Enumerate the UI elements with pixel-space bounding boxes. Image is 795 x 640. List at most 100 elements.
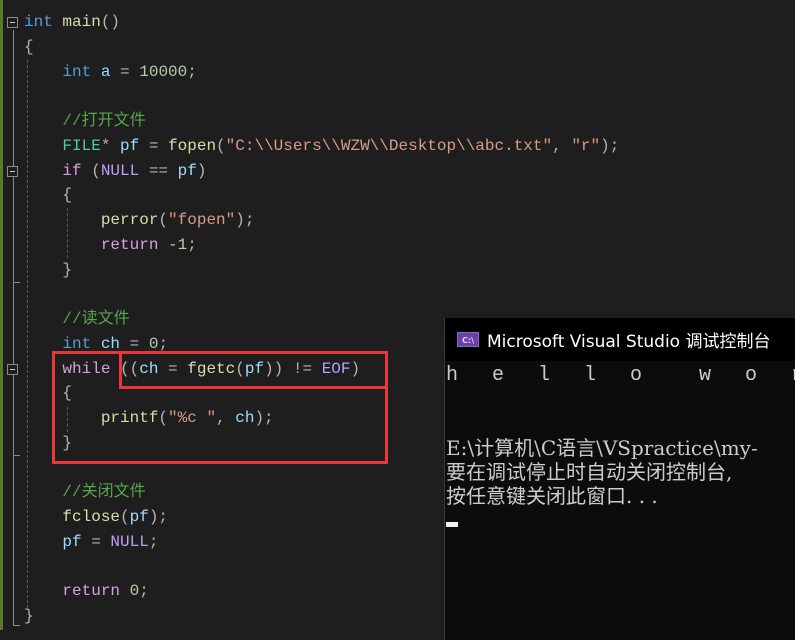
code-line[interactable]: {: [24, 35, 34, 60]
highlight-box-condition: [119, 351, 388, 389]
console-title: Microsoft Visual Studio 调试控制台: [487, 332, 771, 352]
code-line[interactable]: }: [24, 258, 72, 283]
code-token: ==: [139, 161, 178, 180]
code-token: ;: [148, 532, 159, 551]
console-line: 要在调试停止时自动关闭控制台,: [446, 460, 733, 484]
code-line[interactable]: }: [24, 604, 34, 629]
code-token: main: [62, 13, 101, 31]
code-token: 10000: [139, 62, 188, 81]
code-token: pf: [62, 532, 82, 551]
code-line[interactable]: return 0;: [24, 579, 149, 604]
code-token: "fopen": [168, 211, 236, 229]
code-token: FILE: [62, 136, 101, 155]
code-line[interactable]: perror("fopen");: [24, 208, 255, 233]
fold-end-while: [13, 455, 20, 456]
code-token: -1: [168, 235, 188, 254]
collapse-if-icon[interactable]: [7, 166, 18, 177]
code-token: perror: [100, 211, 159, 229]
code-line[interactable]: fclose(pf);: [24, 505, 168, 530]
code-line[interactable]: if (NULL == pf): [24, 159, 206, 184]
console-output[interactable]: h e l l o w o r l d E:\计算机\C语言\VSpractic…: [445, 361, 795, 640]
code-token: if: [62, 161, 82, 180]
code-token: (: [81, 161, 101, 180]
code-token: pf: [120, 136, 140, 155]
console-title-bar[interactable]: C:\ Microsoft Visual Studio 调试控制台: [445, 318, 795, 361]
code-token: //关闭文件: [62, 483, 146, 502]
code-token: =: [81, 532, 111, 551]
code-token: (: [216, 136, 226, 155]
fold-end-main: [13, 625, 20, 626]
code-line[interactable]: FILE* pf = fopen("C:\\Users\\WZW\\Deskto…: [24, 134, 619, 159]
code-token: fclose: [62, 508, 121, 526]
console-app-icon: C:\: [457, 332, 479, 347]
code-token: }: [62, 260, 73, 279]
code-token: return: [100, 235, 159, 254]
collapse-while-icon[interactable]: [7, 364, 18, 375]
code-line[interactable]: return -1;: [24, 233, 197, 258]
fold-end-if: [13, 282, 20, 283]
code-token: 0: [129, 582, 140, 601]
code-token: (): [100, 13, 121, 31]
code-token: (: [158, 211, 169, 229]
console-line: 按任意键关闭此窗口. . .: [446, 484, 658, 508]
code-token: ,: [552, 136, 572, 155]
code-token: int: [62, 62, 92, 81]
console-cursor: [446, 522, 458, 527]
code-line[interactable]: //打开文件: [24, 109, 146, 134]
debug-console-window[interactable]: C:\ Microsoft Visual Studio 调试控制台 h e l …: [444, 318, 795, 640]
code-token: =: [139, 136, 169, 155]
code-token: //读文件: [62, 310, 130, 328]
code-token: {: [24, 37, 34, 56]
code-token: pf: [177, 161, 197, 180]
code-token: }: [24, 607, 34, 625]
code-token: );: [148, 508, 169, 526]
code-token: =: [110, 62, 140, 81]
code-token: ;: [187, 62, 197, 81]
code-token: NULL: [100, 161, 140, 180]
fold-outline-main: [13, 30, 14, 626]
code-token: {: [62, 186, 73, 205]
code-token: ;: [139, 582, 149, 601]
code-token: NULL: [110, 532, 149, 551]
code-token: //打开文件: [62, 112, 146, 130]
code-token: ;: [187, 235, 197, 254]
code-token: return: [62, 582, 121, 601]
code-token: fopen: [168, 136, 217, 155]
code-line[interactable]: int main(): [24, 10, 120, 35]
code-line[interactable]: //读文件: [24, 307, 130, 332]
code-token: a: [100, 62, 111, 81]
console-line: h e l l o w o r l d: [446, 364, 795, 387]
code-token: "C:\\Users\\WZW\\Desktop\\abc.txt": [225, 136, 553, 155]
code-token: *: [100, 136, 121, 155]
code-token: (: [120, 508, 130, 526]
code-token: "r": [571, 136, 601, 155]
code-line[interactable]: pf = NULL;: [24, 530, 158, 555]
code-line[interactable]: {: [24, 183, 72, 208]
code-token: );: [235, 211, 255, 229]
code-line[interactable]: int a = 10000;: [24, 60, 197, 85]
collapse-main-icon[interactable]: [7, 17, 18, 28]
code-token: );: [600, 136, 620, 155]
code-token: int: [24, 13, 53, 31]
console-line: E:\计算机\C语言\VSpractice\my-: [446, 436, 758, 460]
code-token: pf: [129, 508, 149, 526]
code-token: ): [196, 161, 207, 180]
code-line[interactable]: //关闭文件: [24, 480, 146, 505]
